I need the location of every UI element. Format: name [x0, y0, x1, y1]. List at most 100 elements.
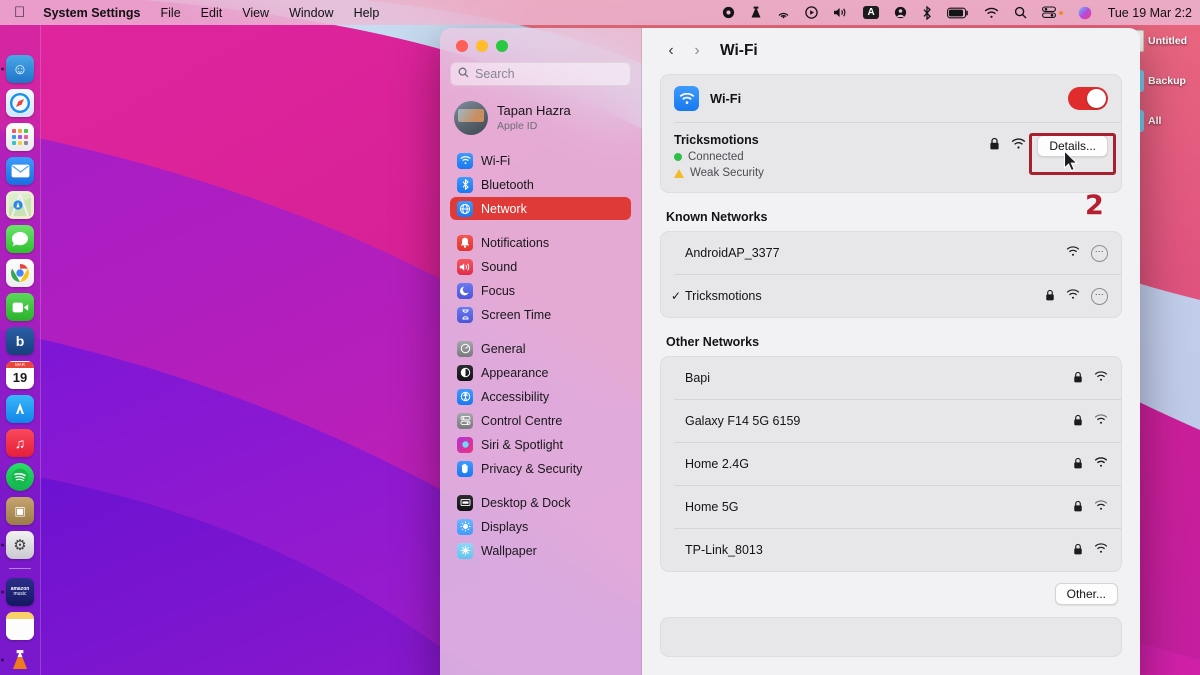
sidebar-item-focus[interactable]: Focus [450, 279, 631, 302]
wallpaper-icon [457, 543, 473, 559]
menu-item-help[interactable]: Help [354, 6, 380, 20]
volume-icon[interactable] [833, 6, 848, 19]
lock-icon [989, 137, 1000, 155]
other-network-row[interactable]: Home 5G [661, 486, 1121, 528]
dock-item-bing[interactable]: b [6, 327, 34, 355]
dock-item-safari[interactable] [6, 89, 34, 117]
dock-item-mail[interactable] [6, 157, 34, 185]
menu-item-window[interactable]: Window [289, 6, 333, 20]
sidebar-search-field[interactable]: Search [450, 62, 631, 86]
siri-icon [457, 437, 473, 453]
vlc-icon[interactable] [750, 6, 762, 19]
dock-item-finder[interactable]: ☺ [6, 55, 34, 83]
back-button[interactable]: ‹ [660, 40, 682, 62]
apple-menu-icon[interactable]:  [14, 5, 25, 20]
dock-item-launchpad[interactable] [6, 123, 34, 151]
sidebar-item-displays[interactable]: Displays [450, 515, 631, 538]
known-network-row[interactable]: ✓ Tricksmotions ⋯ [661, 275, 1121, 317]
sidebar-item-wallpaper[interactable]: Wallpaper [450, 539, 631, 562]
menu-item-system-settings[interactable]: System Settings [43, 6, 140, 20]
apple-id-account-row[interactable]: Tapan Hazra Apple ID [450, 99, 631, 149]
dock-item-chrome[interactable] [6, 259, 34, 287]
sidebar-item-network[interactable]: Network [450, 197, 631, 220]
sidebar-item-label: Privacy & Security [481, 462, 582, 476]
dock-item-spotify[interactable] [6, 463, 34, 491]
signal-strength-icon [1066, 289, 1080, 303]
dock-item-music[interactable]: ♫ [6, 429, 34, 457]
other-network-row[interactable]: Galaxy F14 5G 6159 [661, 400, 1121, 442]
sidebar-item-screen-time[interactable]: Screen Time [450, 303, 631, 326]
row-icons [1073, 414, 1108, 429]
input-source-icon[interactable]: A [863, 6, 878, 20]
close-button[interactable] [456, 40, 468, 52]
dock-item-facetime[interactable] [6, 293, 34, 321]
row-icons: ⋯ [1045, 288, 1108, 305]
other-network-row[interactable]: Bapi [661, 357, 1121, 399]
sidebar-item-bluetooth[interactable]: Bluetooth [450, 173, 631, 196]
spotlight-search-icon[interactable] [1014, 6, 1027, 19]
system-settings-window[interactable]: Search Tapan Hazra Apple ID Wi-Fi Blueto… [440, 28, 1140, 675]
dock-item-messages[interactable] [6, 225, 34, 253]
dock-item-finder-folder[interactable]: ▣ [6, 497, 34, 525]
screen-recording-icon[interactable] [805, 6, 818, 19]
dock-item-notes[interactable] [6, 612, 34, 640]
minimize-button[interactable] [476, 40, 488, 52]
notification-dot [1059, 11, 1063, 15]
wifi-status-card: Wi-Fi Tricksmotions Connected Weak Secur… [660, 74, 1122, 193]
known-network-row[interactable]: AndroidAP_3377 ⋯ [661, 232, 1121, 274]
other-network-row[interactable]: Home 2.4G [661, 443, 1121, 485]
window-controls[interactable] [450, 28, 631, 62]
dock-item-system-settings[interactable]: ⚙ [6, 531, 34, 559]
menu-item-view[interactable]: View [242, 6, 269, 20]
sidebar-item-sound[interactable]: Sound [450, 255, 631, 278]
battery-icon[interactable] [947, 7, 969, 19]
dock[interactable]: ☺ b MAR 19 ♫ ▣ ⚙ [0, 25, 41, 675]
details-button[interactable]: Details... [1037, 135, 1108, 157]
user-switch-icon[interactable] [894, 6, 907, 19]
dock-item-vlc[interactable] [6, 646, 34, 674]
gear-icon: ⚙ [13, 536, 26, 554]
sidebar-item-label: Bluetooth [481, 178, 534, 192]
sidebar-item-appearance[interactable]: Appearance [450, 361, 631, 384]
sidebar-item-control-centre[interactable]: Control Centre [450, 409, 631, 432]
wifi-toggle-switch[interactable] [1068, 87, 1108, 110]
sidebar-item-notifications[interactable]: Notifications [450, 231, 631, 254]
other-network-row[interactable]: TP-Link_8013 [661, 529, 1121, 571]
control-centre-icon [457, 413, 473, 429]
known-networks-card: AndroidAP_3377 ⋯ ✓ Tricksmotions [660, 231, 1122, 318]
lock-icon [1073, 414, 1083, 429]
menu-bar[interactable]:  System Settings File Edit View Window … [0, 0, 1200, 25]
bluetooth-icon[interactable] [922, 6, 932, 20]
sidebar-item-label: Wi-Fi [481, 154, 510, 168]
forward-button[interactable]: › [686, 40, 708, 62]
onedrive-icon[interactable] [722, 6, 735, 19]
dock-item-maps[interactable] [6, 191, 34, 219]
more-options-icon[interactable]: ⋯ [1091, 288, 1108, 305]
sidebar-item-privacy-security[interactable]: Privacy & Security [450, 457, 631, 480]
sidebar-item-label: Screen Time [481, 308, 551, 322]
airdrop-icon[interactable] [777, 6, 790, 19]
menu-item-edit[interactable]: Edit [201, 6, 223, 20]
other-button[interactable]: Other... [1055, 583, 1118, 605]
sidebar-item-siri-spotlight[interactable]: Siri & Spotlight [450, 433, 631, 456]
menu-bar-clock[interactable]: Tue 19 Mar 2:2 [1108, 6, 1192, 20]
sidebar-group-appearance: Desktop & Dock Displays Wallpaper [450, 491, 631, 562]
sidebar-item-wifi[interactable]: Wi-Fi [450, 149, 631, 172]
dock-item-calendar[interactable]: MAR 19 [6, 361, 34, 389]
wifi-toggle-row[interactable]: Wi-Fi [661, 75, 1121, 122]
current-network-row[interactable]: Tricksmotions Connected Weak Security [661, 123, 1121, 192]
settings-sidebar[interactable]: Search Tapan Hazra Apple ID Wi-Fi Blueto… [440, 28, 642, 675]
sidebar-item-general[interactable]: General [450, 337, 631, 360]
control-centre-icon[interactable] [1042, 6, 1063, 19]
current-network-name: Tricksmotions [674, 133, 989, 147]
wifi-icon[interactable] [984, 7, 999, 19]
sidebar-item-desktop-dock[interactable]: Desktop & Dock [450, 491, 631, 514]
dock-item-app-store[interactable] [6, 395, 34, 423]
wifi-settings-pane[interactable]: ‹ › Wi-Fi Wi-Fi Tricksmotions [642, 28, 1140, 675]
maximize-button[interactable] [496, 40, 508, 52]
menu-item-file[interactable]: File [161, 6, 181, 20]
dock-item-amazon-music[interactable]: amazon music [6, 578, 34, 606]
more-options-icon[interactable]: ⋯ [1091, 245, 1108, 262]
siri-icon[interactable] [1078, 6, 1092, 20]
sidebar-item-accessibility[interactable]: Accessibility [450, 385, 631, 408]
